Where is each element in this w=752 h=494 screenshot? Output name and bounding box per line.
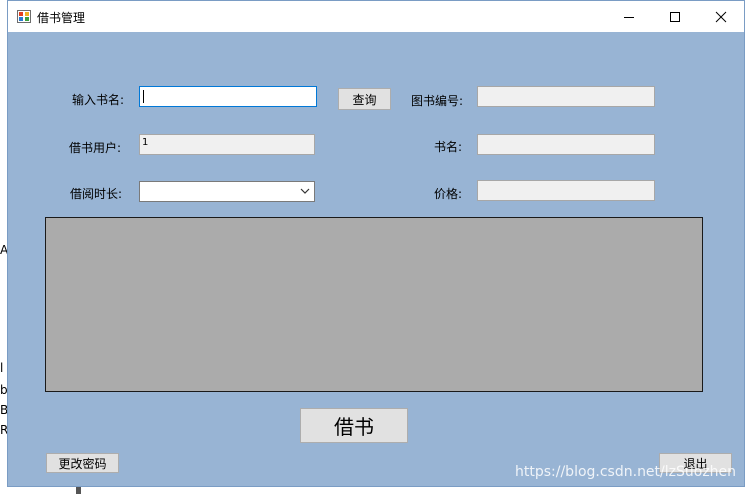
close-icon <box>715 11 727 22</box>
title-bar[interactable]: 借书管理 <box>8 1 744 32</box>
borrower-value: 1 <box>142 137 149 148</box>
background-text-fragment: l <box>0 361 4 375</box>
minimize-button[interactable] <box>606 1 652 32</box>
book-data-grid[interactable] <box>45 217 703 392</box>
change-password-button[interactable]: 更改密码 <box>46 453 119 473</box>
text-caret <box>143 90 144 103</box>
watermark-text: https://blog.csdn.net/lzSuozhen <box>515 464 737 480</box>
title-field[interactable] <box>477 134 655 155</box>
app-icon <box>17 10 31 23</box>
minimize-icon <box>624 16 634 18</box>
close-button[interactable] <box>698 1 744 32</box>
book-number-label: 图书编号: <box>411 94 464 108</box>
maximize-icon <box>670 11 680 22</box>
chevron-down-icon <box>300 188 310 194</box>
search-button-label: 查询 <box>352 92 377 107</box>
book-number-field[interactable] <box>477 86 655 107</box>
search-button[interactable]: 查询 <box>338 88 391 110</box>
borrow-button-label: 借书 <box>334 415 374 439</box>
borrower-label: 借书用户: <box>69 141 122 155</box>
borrow-button[interactable]: 借书 <box>300 408 408 443</box>
title-label: 书名: <box>434 140 463 154</box>
window-title: 借书管理 <box>37 11 86 25</box>
screen: A l b B R 借书管理 输入书名: 查询 图书编号: 借书用户: 1 书名… <box>0 0 752 494</box>
duration-select[interactable] <box>139 181 315 202</box>
book-name-input[interactable] <box>139 86 317 107</box>
duration-label: 借阅时长: <box>70 187 123 201</box>
change-password-label: 更改密码 <box>58 456 107 471</box>
maximize-button[interactable] <box>652 1 698 32</box>
borrower-field[interactable]: 1 <box>139 134 315 155</box>
book-name-label: 输入书名: <box>72 93 125 107</box>
borrow-window: 借书管理 输入书名: 查询 图书编号: 借书用户: 1 书名: 借阅时长: 价格… <box>7 0 745 487</box>
price-field[interactable] <box>477 180 655 201</box>
price-label: 价格: <box>434 187 463 201</box>
